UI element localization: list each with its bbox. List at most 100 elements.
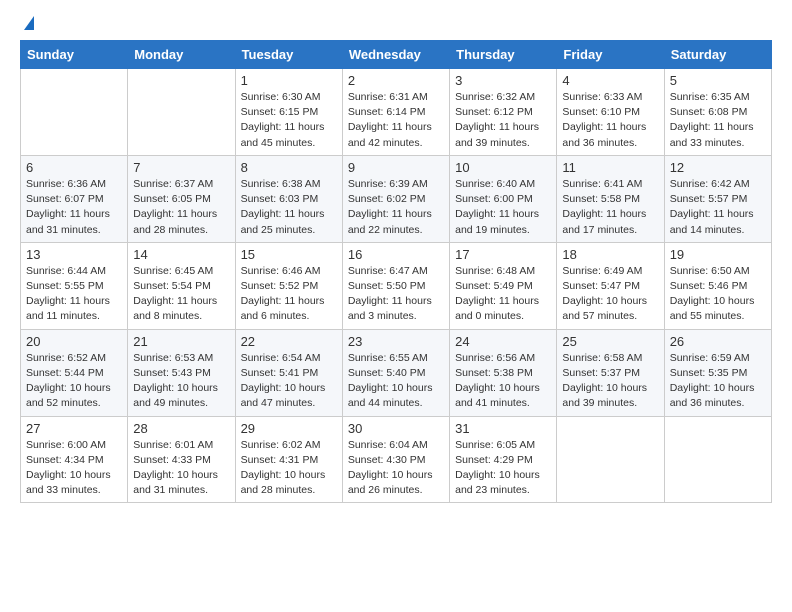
day-number: 11 <box>562 160 658 175</box>
day-number: 23 <box>348 334 444 349</box>
calendar-cell: 10 Sunrise: 6:40 AM Sunset: 6:00 PM Dayli… <box>450 155 557 242</box>
weekday-header-sunday: Sunday <box>21 41 128 69</box>
day-number: 13 <box>26 247 122 262</box>
calendar-cell: 5 Sunrise: 6:35 AM Sunset: 6:08 PM Daylig… <box>664 69 771 156</box>
day-info: Sunrise: 6:41 AM Sunset: 5:58 PM Dayligh… <box>562 177 658 238</box>
day-info: Sunrise: 6:52 AM Sunset: 5:44 PM Dayligh… <box>26 351 122 412</box>
day-number: 12 <box>670 160 766 175</box>
page: SundayMondayTuesdayWednesdayThursdayFrid… <box>0 0 792 519</box>
day-number: 30 <box>348 421 444 436</box>
day-info: Sunrise: 6:55 AM Sunset: 5:40 PM Dayligh… <box>348 351 444 412</box>
day-number: 10 <box>455 160 551 175</box>
calendar-cell <box>557 416 664 503</box>
day-number: 31 <box>455 421 551 436</box>
weekday-header-wednesday: Wednesday <box>342 41 449 69</box>
day-number: 27 <box>26 421 122 436</box>
calendar-cell: 9 Sunrise: 6:39 AM Sunset: 6:02 PM Daylig… <box>342 155 449 242</box>
calendar-cell: 24 Sunrise: 6:56 AM Sunset: 5:38 PM Dayli… <box>450 329 557 416</box>
calendar-cell: 8 Sunrise: 6:38 AM Sunset: 6:03 PM Daylig… <box>235 155 342 242</box>
day-info: Sunrise: 6:47 AM Sunset: 5:50 PM Dayligh… <box>348 264 444 325</box>
day-info: Sunrise: 6:45 AM Sunset: 5:54 PM Dayligh… <box>133 264 229 325</box>
day-number: 28 <box>133 421 229 436</box>
calendar-cell: 11 Sunrise: 6:41 AM Sunset: 5:58 PM Dayli… <box>557 155 664 242</box>
day-number: 20 <box>26 334 122 349</box>
day-info: Sunrise: 6:54 AM Sunset: 5:41 PM Dayligh… <box>241 351 337 412</box>
calendar-cell: 26 Sunrise: 6:59 AM Sunset: 5:35 PM Dayli… <box>664 329 771 416</box>
day-info: Sunrise: 6:49 AM Sunset: 5:47 PM Dayligh… <box>562 264 658 325</box>
calendar-cell: 3Sunrise: 6:32 AM Sunset: 6:12 PM Daylig… <box>450 69 557 156</box>
day-number: 1 <box>241 73 337 88</box>
calendar-cell: 20 Sunrise: 6:52 AM Sunset: 5:44 PM Dayli… <box>21 329 128 416</box>
calendar-cell: 6Sunrise: 6:36 AM Sunset: 6:07 PM Daylig… <box>21 155 128 242</box>
day-info: Sunrise: 6:58 AM Sunset: 5:37 PM Dayligh… <box>562 351 658 412</box>
day-info: Sunrise: 6:38 AM Sunset: 6:03 PM Dayligh… <box>241 177 337 238</box>
calendar-cell <box>664 416 771 503</box>
day-info: Sunrise: 6:04 AM Sunset: 4:30 PM Dayligh… <box>348 438 444 499</box>
day-info: Sunrise: 6:42 AM Sunset: 5:57 PM Dayligh… <box>670 177 766 238</box>
weekday-header-row: SundayMondayTuesdayWednesdayThursdayFrid… <box>21 41 772 69</box>
calendar-row: 13 Sunrise: 6:44 AM Sunset: 5:55 PM Dayli… <box>21 242 772 329</box>
weekday-header-saturday: Saturday <box>664 41 771 69</box>
day-number: 9 <box>348 160 444 175</box>
day-info: Sunrise: 6:31 AM Sunset: 6:14 PM Dayligh… <box>348 90 444 151</box>
day-info: Sunrise: 6:56 AM Sunset: 5:38 PM Dayligh… <box>455 351 551 412</box>
day-info: Sunrise: 6:46 AM Sunset: 5:52 PM Dayligh… <box>241 264 337 325</box>
calendar-cell: 19 Sunrise: 6:50 AM Sunset: 5:46 PM Dayli… <box>664 242 771 329</box>
day-number: 24 <box>455 334 551 349</box>
calendar-cell: 31Sunrise: 6:05 AM Sunset: 4:29 PM Dayli… <box>450 416 557 503</box>
day-info: Sunrise: 6:48 AM Sunset: 5:49 PM Dayligh… <box>455 264 551 325</box>
day-number: 14 <box>133 247 229 262</box>
day-number: 21 <box>133 334 229 349</box>
calendar-cell: 17 Sunrise: 6:48 AM Sunset: 5:49 PM Dayli… <box>450 242 557 329</box>
day-info: Sunrise: 6:02 AM Sunset: 4:31 PM Dayligh… <box>241 438 337 499</box>
day-info: Sunrise: 6:33 AM Sunset: 6:10 PM Dayligh… <box>562 90 658 151</box>
logo <box>20 16 34 30</box>
calendar-cell: 15 Sunrise: 6:46 AM Sunset: 5:52 PM Dayli… <box>235 242 342 329</box>
day-info: Sunrise: 6:44 AM Sunset: 5:55 PM Dayligh… <box>26 264 122 325</box>
day-info: Sunrise: 6:01 AM Sunset: 4:33 PM Dayligh… <box>133 438 229 499</box>
calendar-cell <box>21 69 128 156</box>
calendar-table: SundayMondayTuesdayWednesdayThursdayFrid… <box>20 40 772 503</box>
weekday-header-friday: Friday <box>557 41 664 69</box>
calendar-row: 1Sunrise: 6:30 AM Sunset: 6:15 PM Daylig… <box>21 69 772 156</box>
day-number: 4 <box>562 73 658 88</box>
day-info: Sunrise: 6:50 AM Sunset: 5:46 PM Dayligh… <box>670 264 766 325</box>
calendar-cell: 23 Sunrise: 6:55 AM Sunset: 5:40 PM Dayli… <box>342 329 449 416</box>
calendar-cell: 16Sunrise: 6:47 AM Sunset: 5:50 PM Dayli… <box>342 242 449 329</box>
day-number: 19 <box>670 247 766 262</box>
calendar-cell: 1Sunrise: 6:30 AM Sunset: 6:15 PM Daylig… <box>235 69 342 156</box>
calendar-cell: 21Sunrise: 6:53 AM Sunset: 5:43 PM Dayli… <box>128 329 235 416</box>
logo-triangle-icon <box>24 16 34 30</box>
header <box>20 16 772 30</box>
day-info: Sunrise: 6:00 AM Sunset: 4:34 PM Dayligh… <box>26 438 122 499</box>
day-info: Sunrise: 6:40 AM Sunset: 6:00 PM Dayligh… <box>455 177 551 238</box>
calendar-cell: 12 Sunrise: 6:42 AM Sunset: 5:57 PM Dayli… <box>664 155 771 242</box>
weekday-header-thursday: Thursday <box>450 41 557 69</box>
day-info: Sunrise: 6:35 AM Sunset: 6:08 PM Dayligh… <box>670 90 766 151</box>
day-number: 22 <box>241 334 337 349</box>
day-number: 26 <box>670 334 766 349</box>
day-info: Sunrise: 6:36 AM Sunset: 6:07 PM Dayligh… <box>26 177 122 238</box>
calendar-cell <box>128 69 235 156</box>
day-number: 5 <box>670 73 766 88</box>
calendar-cell: 18 Sunrise: 6:49 AM Sunset: 5:47 PM Dayli… <box>557 242 664 329</box>
calendar-cell: 25Sunrise: 6:58 AM Sunset: 5:37 PM Dayli… <box>557 329 664 416</box>
calendar-cell: 4 Sunrise: 6:33 AM Sunset: 6:10 PM Daylig… <box>557 69 664 156</box>
day-number: 2 <box>348 73 444 88</box>
calendar-cell: 29Sunrise: 6:02 AM Sunset: 4:31 PM Dayli… <box>235 416 342 503</box>
calendar-cell: 14 Sunrise: 6:45 AM Sunset: 5:54 PM Dayli… <box>128 242 235 329</box>
calendar-cell: 7Sunrise: 6:37 AM Sunset: 6:05 PM Daylig… <box>128 155 235 242</box>
calendar-row: 27 Sunrise: 6:00 AM Sunset: 4:34 PM Dayli… <box>21 416 772 503</box>
weekday-header-tuesday: Tuesday <box>235 41 342 69</box>
day-number: 17 <box>455 247 551 262</box>
day-number: 8 <box>241 160 337 175</box>
calendar-cell: 13 Sunrise: 6:44 AM Sunset: 5:55 PM Dayli… <box>21 242 128 329</box>
day-number: 3 <box>455 73 551 88</box>
day-info: Sunrise: 6:39 AM Sunset: 6:02 PM Dayligh… <box>348 177 444 238</box>
calendar-cell: 28 Sunrise: 6:01 AM Sunset: 4:33 PM Dayli… <box>128 416 235 503</box>
day-info: Sunrise: 6:59 AM Sunset: 5:35 PM Dayligh… <box>670 351 766 412</box>
calendar-cell: 2 Sunrise: 6:31 AM Sunset: 6:14 PM Daylig… <box>342 69 449 156</box>
day-number: 18 <box>562 247 658 262</box>
calendar-row: 20 Sunrise: 6:52 AM Sunset: 5:44 PM Dayli… <box>21 329 772 416</box>
day-number: 15 <box>241 247 337 262</box>
